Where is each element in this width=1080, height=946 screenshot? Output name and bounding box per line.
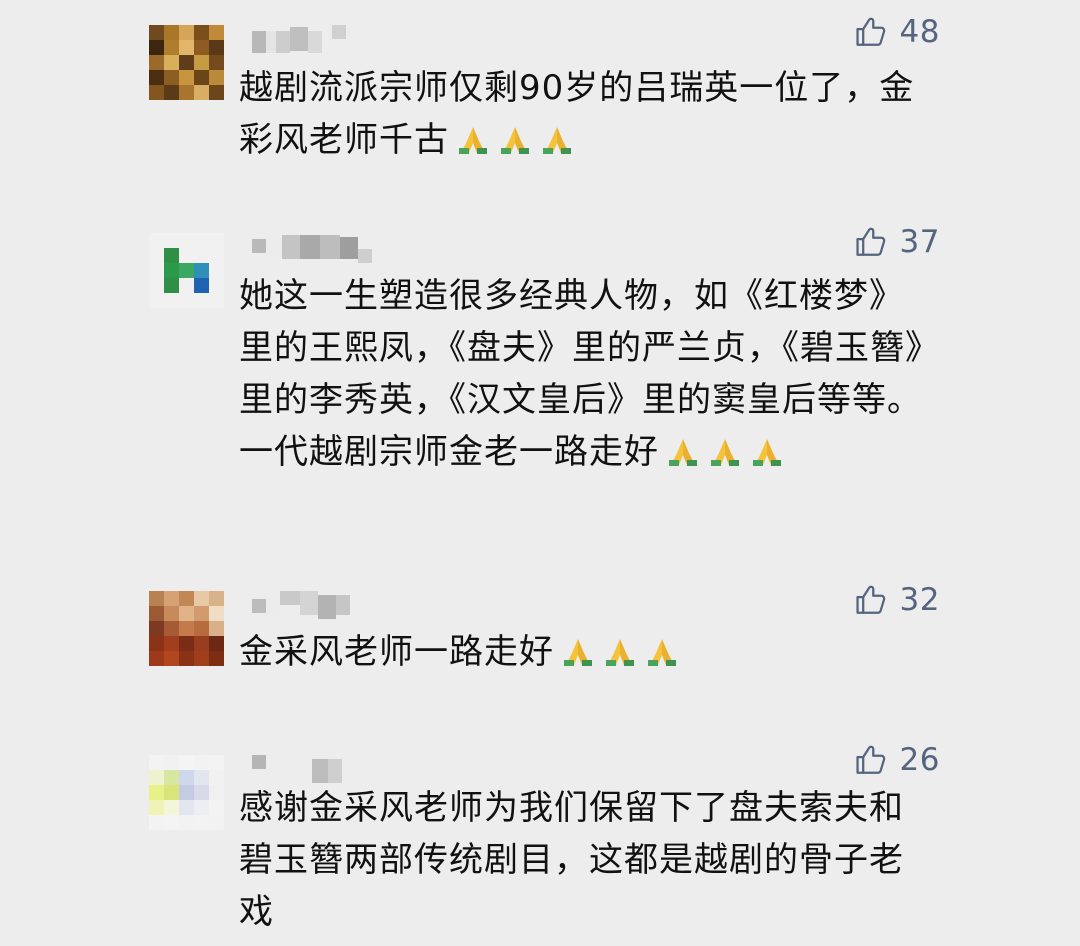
thumbs-up-icon (854, 583, 888, 617)
like-button[interactable]: 48 (854, 14, 940, 50)
like-button[interactable]: 37 (854, 224, 940, 260)
folded-hands-icon (665, 432, 701, 468)
like-count: 37 (899, 224, 940, 260)
thumbs-up-icon (854, 743, 888, 777)
like-button[interactable]: 32 (854, 582, 940, 618)
like-button[interactable]: 26 (854, 742, 940, 778)
folded-hands-icon (644, 632, 680, 668)
comment-text: 越剧流派宗师仅剩90岁的吕瑞英一位了，金彩风老师千古 (239, 68, 915, 160)
username-blurred[interactable] (252, 25, 346, 53)
like-count: 32 (899, 582, 940, 618)
folded-hands-icon (560, 632, 596, 668)
avatar[interactable] (149, 591, 224, 666)
comment-text: 感谢金采风老师为我们保留下了盘夫索夫和碧玉簪两部传统剧目，这都是越剧的骨子老戏 (239, 788, 904, 932)
username-blurred[interactable] (252, 233, 372, 263)
folded-hands-icon (602, 632, 638, 668)
folded-hands-icon (749, 432, 785, 468)
folded-hands-icon (707, 432, 743, 468)
comment-text: 她这一生塑造很多经典人物，如《红楼梦》里的王熙凤，《盘夫》里的严兰贞，《碧玉簪》… (239, 276, 923, 472)
like-count: 26 (899, 742, 940, 778)
username-blurred[interactable] (252, 591, 350, 619)
folded-hands-icon (497, 120, 533, 156)
avatar[interactable] (149, 25, 224, 100)
like-count: 48 (899, 14, 940, 50)
thumbs-up-icon (854, 225, 888, 259)
comments-screen: 48 越剧流派宗师仅剩90岁的吕瑞英一位了，金彩风老师千古 37 她这一生塑造很… (0, 0, 1080, 946)
username-blurred[interactable] (252, 755, 342, 783)
comment-text: 金采风老师一路走好 (239, 626, 929, 678)
thumbs-up-icon (854, 15, 888, 49)
folded-hands-icon (539, 120, 575, 156)
folded-hands-icon (455, 120, 491, 156)
avatar[interactable] (149, 755, 224, 830)
avatar[interactable] (149, 233, 224, 308)
